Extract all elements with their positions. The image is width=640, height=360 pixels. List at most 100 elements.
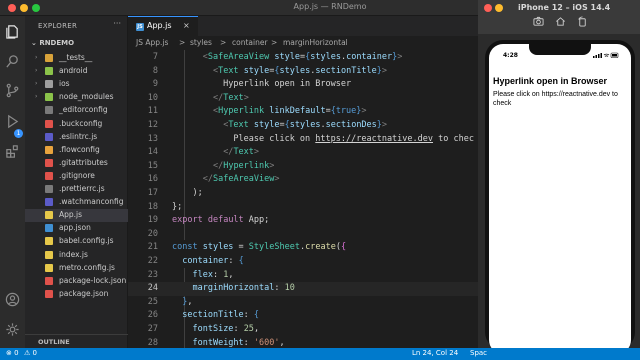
line-number: 24 [147,283,158,294]
file-item[interactable]: .eslintrc.js [25,131,128,144]
close-window-button[interactable] [8,4,16,12]
file-item[interactable]: _editorconfig [25,104,128,117]
code-text: ); [172,188,203,198]
run-debug-icon[interactable] [5,114,20,129]
tree-item-label: node_modules [59,92,114,102]
breadcrumb-styles[interactable]: styles [190,38,212,47]
simulator-minimize-button[interactable] [495,4,503,12]
folder-icon [45,80,53,89]
chevron-right-icon: › [35,80,38,88]
file-type-icon [45,237,53,246]
code-text: Hyperlink open in Browser [172,79,352,90]
breadcrumb-file[interactable]: JS App.js [136,38,168,47]
settings-gear-icon[interactable] [5,322,20,337]
folder-item[interactable]: › __tests__ [25,52,128,65]
ios-simulator-window: iPhone 12 – iOS 14.4 4:28 Hyperlink open… [478,0,640,354]
line-number: 21 [147,242,158,253]
line-number: 7 [152,52,158,62]
breadcrumb-margin-horizontal[interactable]: marginHorizontal [283,38,348,47]
line-number: 8 [152,65,158,76]
file-item[interactable]: babel.config.js [25,235,128,248]
file-item[interactable]: package-lock.json [25,275,128,288]
iphone-frame: 4:28 Hyperlink open in Browser Please cl… [485,40,635,354]
file-type-icon [45,211,53,220]
code-text: </Hyperlink> [212,160,275,171]
indentation-setting[interactable]: Spac [470,349,487,357]
file-item[interactable]: .gitignore [25,170,128,183]
tree-item-label: .eslintrc.js [59,131,98,141]
outline-label: OUTLINE [38,338,70,346]
account-icon[interactable] [5,292,20,307]
tree-item-label: ios [59,79,70,89]
file-type-icon [45,263,53,272]
code-text: fontWeight: '600', [192,337,285,348]
file-item[interactable]: metro.config.js [25,262,128,275]
line-number: 18 [147,201,158,212]
file-item[interactable]: .watchmanconfig [25,196,128,209]
tree-item-label: metro.config.js [59,262,115,272]
code-text: const styles = StyleSheet.create({ [172,242,347,253]
file-type-icon [45,289,53,298]
tree-item-label: App.js [59,210,83,220]
file-item[interactable]: .gitattributes [25,157,128,170]
project-root-label: RNDEMO [39,39,75,47]
tab-app-js[interactable]: JS App.js × [128,16,198,36]
status-bar: ⊗ 0 ⚠ 0 Ln 24, Col 24 Spac [0,348,640,360]
simulator-close-button[interactable] [484,4,492,12]
warning-count[interactable]: ⚠ 0 [24,349,37,357]
folder-item[interactable]: › android [25,65,128,78]
maximize-window-button[interactable] [32,4,40,12]
explorer-sidebar: EXPLORER ··· ⌄ RNDEMO › __tests__ › android… [25,16,128,348]
breadcrumb-separator: > [271,38,278,47]
line-number: 13 [147,133,158,144]
cursor-position[interactable]: Ln 24, Col 24 [412,349,458,357]
window-title: App.js — RNDemo [293,2,367,11]
tree-item-label: .prettierrc.js [59,184,105,193]
file-item[interactable]: App.js [25,209,128,223]
folder-icon [45,93,53,102]
line-number: 10 [147,92,158,103]
minimize-window-button[interactable] [20,4,28,12]
tree-item-label: babel.config.js [59,236,114,246]
extensions-icon[interactable] [5,144,20,159]
search-icon[interactable] [5,54,20,69]
outline-section[interactable]: OUTLINE [25,334,128,348]
code-text: <Hyperlink linkDefault={true}> [212,106,367,117]
explorer-icon[interactable] [5,24,20,39]
phone-screen[interactable]: 4:28 Hyperlink open in Browser Please cl… [489,44,631,354]
code-text: <Text style={styles.sectionDes}> [223,120,388,130]
screenshot-icon[interactable] [533,16,544,27]
simulator-title: iPhone 12 – iOS 14.4 [518,3,611,12]
source-control-icon[interactable] [5,83,20,98]
project-root-folder[interactable]: ⌄ RNDEMO [31,39,74,47]
line-number: 11 [147,106,158,117]
file-item[interactable]: .prettierrc.js [25,183,128,196]
home-icon[interactable] [555,16,566,27]
tab-label: App.js [147,21,172,30]
folder-item[interactable]: › node_modules [25,91,128,104]
rotate-icon[interactable] [577,16,588,27]
file-item[interactable]: package.json [25,288,128,301]
code-text: }, [182,296,193,307]
file-item[interactable]: app.json [25,222,128,235]
file-item[interactable]: .buckconfig [25,118,128,131]
breadcrumb-container[interactable]: container [232,38,268,47]
error-count[interactable]: ⊗ 0 [6,349,19,357]
close-tab-icon[interactable]: × [183,21,190,30]
more-actions-button[interactable]: ··· [113,19,121,28]
code-text: container: { [182,256,244,266]
folder-icon [45,67,53,76]
file-item[interactable]: .flowconfig [25,144,128,157]
code-text: fontSize: 25, [192,324,260,334]
chevron-right-icon: › [35,93,38,101]
simulator-titlebar: iPhone 12 – iOS 14.4 [478,0,640,34]
line-number: 14 [147,147,158,158]
app-hyperlink-text[interactable]: Please click on https://reactnative.dev … [493,90,627,108]
file-item[interactable]: index.js [25,249,128,262]
line-number: 23 [147,269,158,280]
folder-item[interactable]: › ios [25,78,128,91]
breadcrumb-separator: > [179,38,186,47]
code-text: <SafeAreaView style={styles.container}> [202,52,403,62]
code-text: </SafeAreaView> [202,174,280,185]
breadcrumb-separator: > [220,38,227,47]
